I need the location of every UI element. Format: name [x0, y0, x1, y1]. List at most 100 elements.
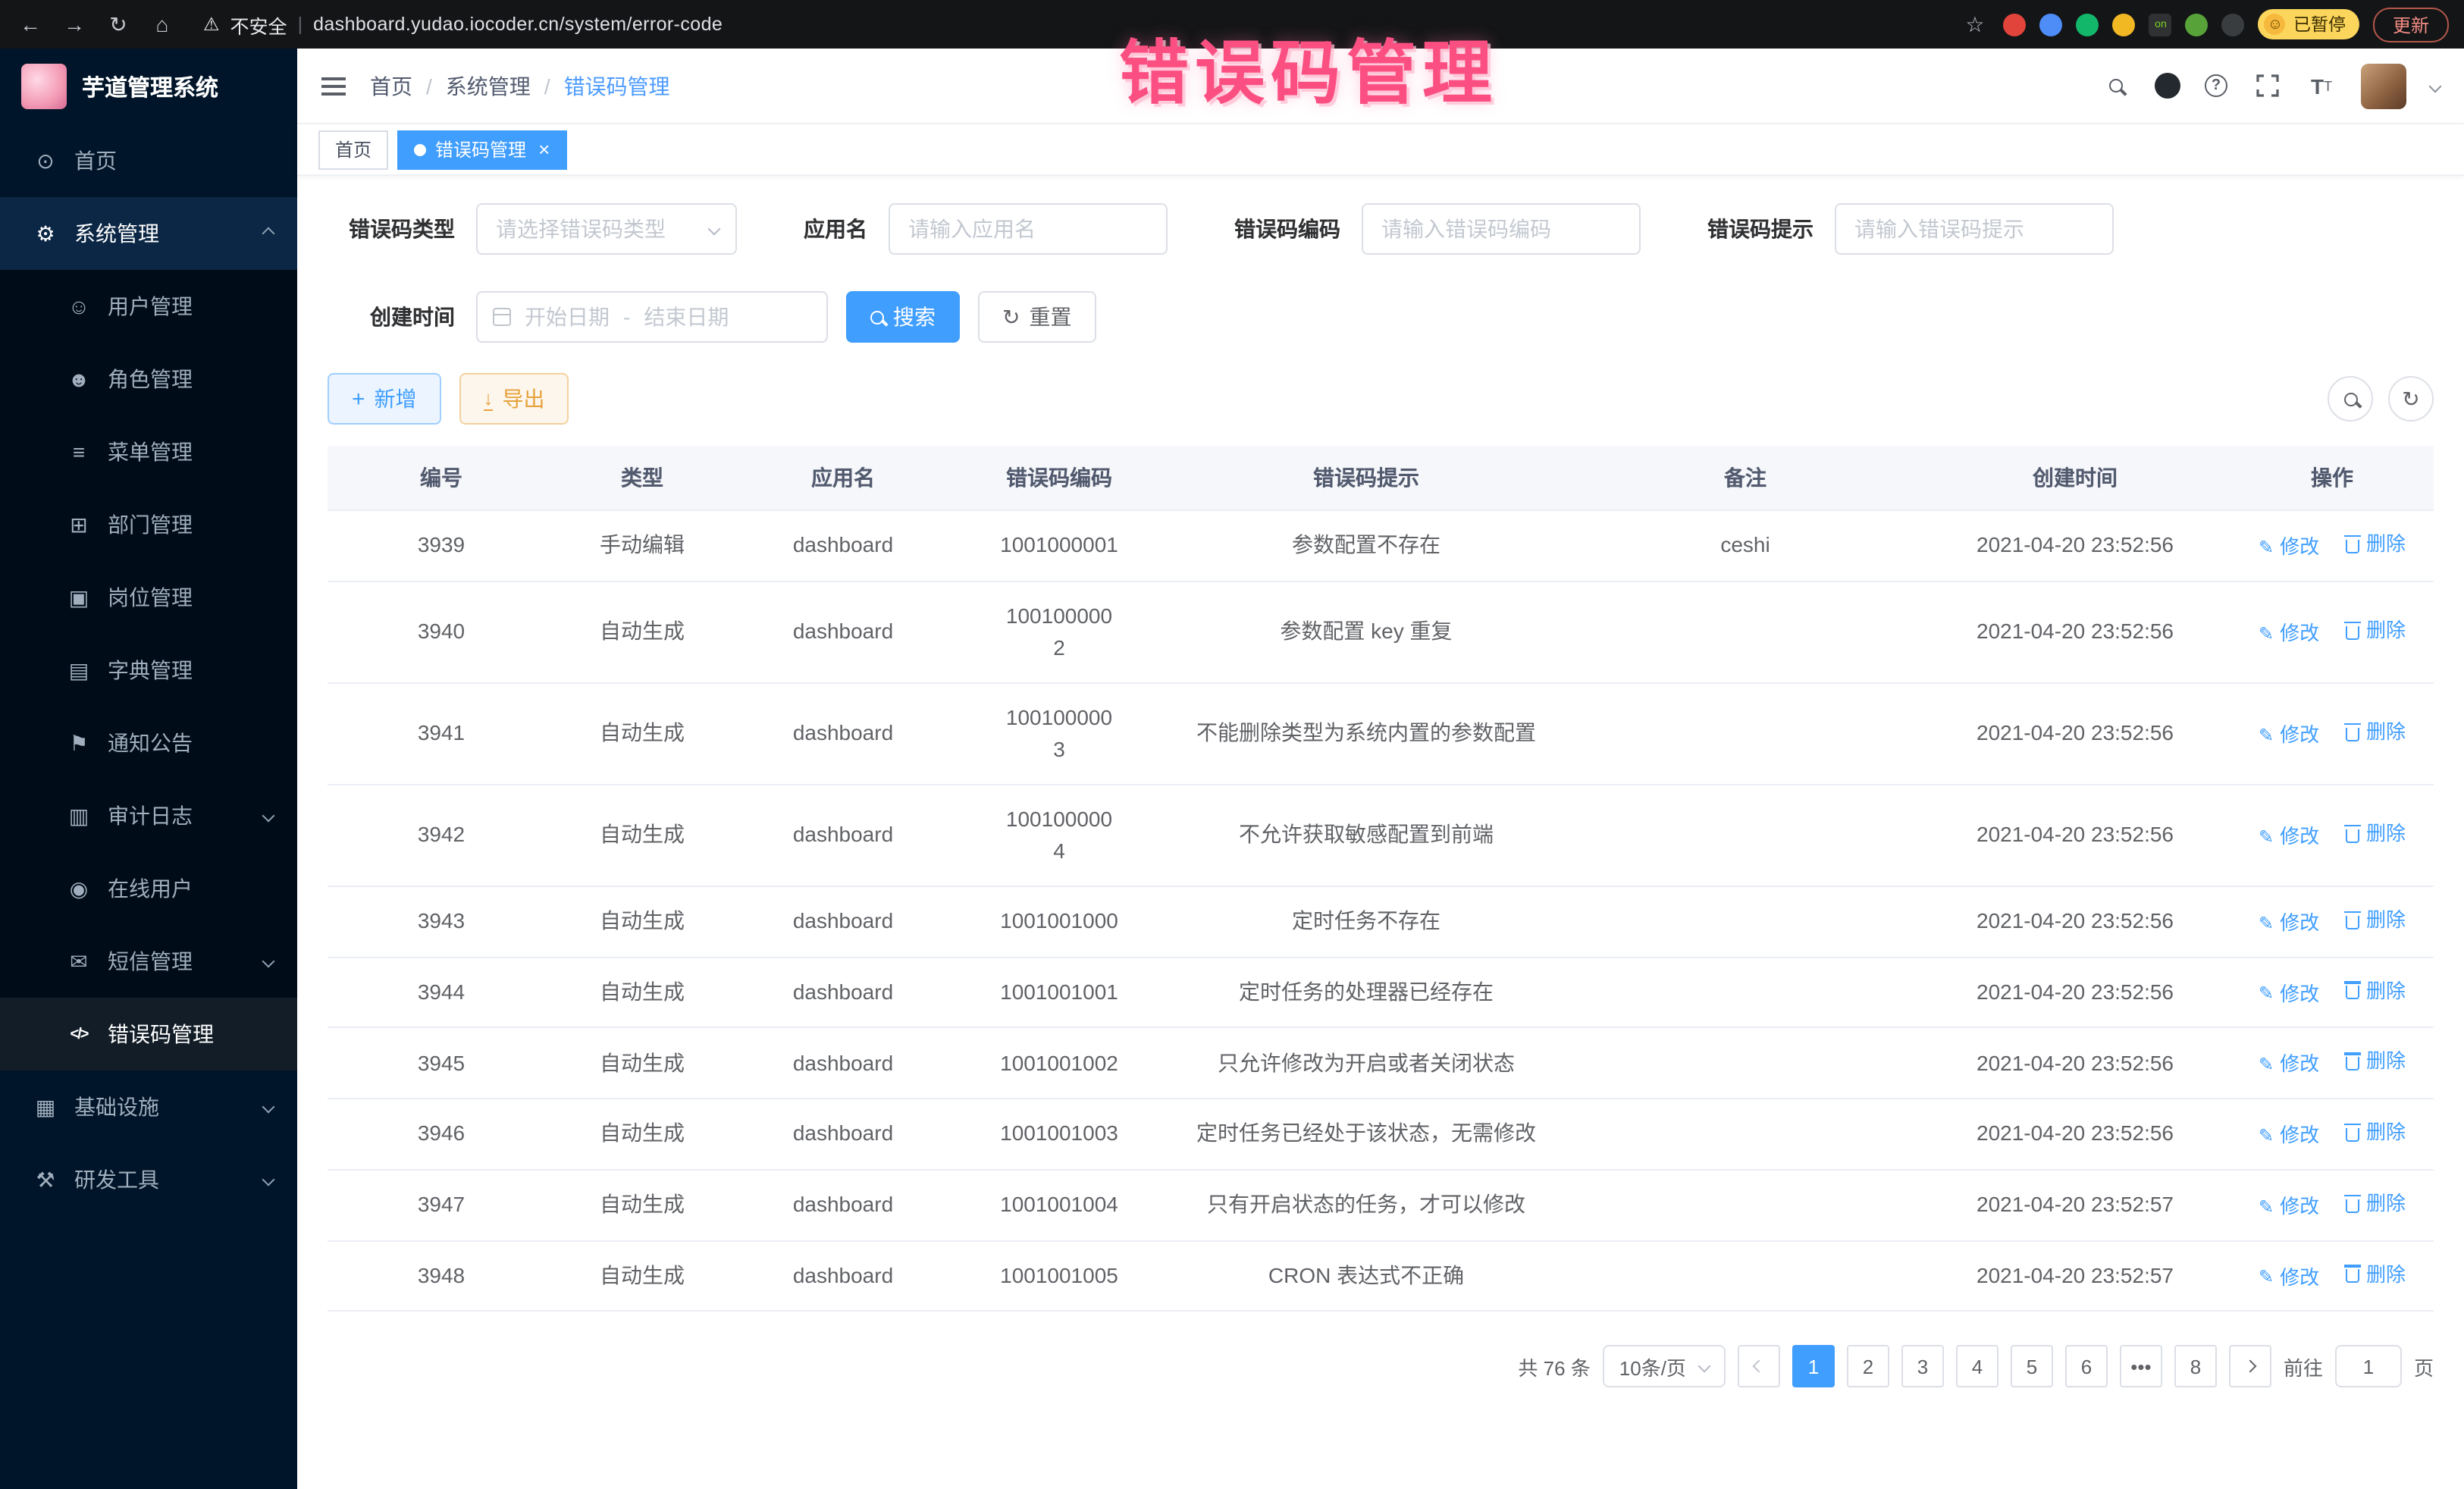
cell-actions: ✎修改 删除 [2230, 581, 2434, 683]
add-button[interactable]: + 新增 [328, 373, 441, 425]
search-icon[interactable] [2100, 71, 2130, 101]
browser-reload-button[interactable]: ↻ [103, 11, 133, 37]
sidebar-item-role-mgmt[interactable]: ☻ 角色管理 [0, 343, 297, 415]
edit-link[interactable]: ✎修改 [2259, 1192, 2319, 1221]
extension-icon-4[interactable] [2113, 13, 2136, 36]
search-button[interactable]: 搜索 [846, 291, 960, 343]
app-name-input[interactable] [889, 203, 1168, 255]
extension-icon-1[interactable] [2004, 13, 2027, 36]
browser-update-button[interactable]: 更新 [2373, 7, 2449, 42]
app-logo[interactable]: 芋道管理系统 [0, 49, 297, 124]
page-button-6[interactable]: 6 [2065, 1346, 2108, 1388]
delete-link[interactable]: 删除 [2346, 529, 2406, 559]
font-size-icon[interactable]: TT [2306, 71, 2337, 101]
sidebar-collapse-button[interactable] [321, 72, 346, 99]
delete-link[interactable]: 删除 [2346, 1259, 2406, 1289]
fullscreen-icon[interactable] [2252, 71, 2282, 101]
page-button-8[interactable]: 8 [2174, 1346, 2217, 1388]
sidebar-item-post-mgmt[interactable]: ▣ 岗位管理 [0, 561, 297, 634]
delete-link[interactable]: 删除 [2346, 616, 2406, 645]
edit-link[interactable]: ✎修改 [2259, 1050, 2319, 1080]
github-icon[interactable] [2155, 73, 2180, 99]
delete-link[interactable]: 删除 [2346, 717, 2406, 747]
cell-time: 2021-04-20 23:52:56 [1920, 957, 2230, 1028]
extension-icon-6[interactable] [2186, 13, 2209, 36]
sidebar-item-dept-mgmt[interactable]: ⊞ 部门管理 [0, 488, 297, 561]
extension-icon-2[interactable] [2040, 13, 2063, 36]
cell-type: 自动生成 [555, 785, 729, 886]
export-button[interactable]: ↓ 导出 [459, 373, 569, 425]
sidebar-item-sms-mgmt[interactable]: ✉ 短信管理 [0, 925, 297, 998]
error-code-input[interactable] [1362, 203, 1641, 255]
table-row: 3947 自动生成 dashboard 1001001004 只有开启状态的任务… [328, 1170, 2434, 1241]
breadcrumb-system[interactable]: 系统管理 [446, 71, 531, 101]
breadcrumb-home[interactable]: 首页 [370, 71, 412, 101]
sidebar-item-label: 用户管理 [108, 291, 193, 321]
sidebar-item-dict-mgmt[interactable]: ▤ 字典管理 [0, 634, 297, 707]
edit-link[interactable]: ✎修改 [2259, 979, 2319, 1008]
tab-home[interactable]: 首页 [318, 130, 388, 169]
edit-link[interactable]: ✎修改 [2259, 619, 2319, 648]
bookmark-star-icon[interactable]: ☆ [1960, 11, 1990, 37]
delete-link[interactable]: 删除 [2346, 819, 2406, 848]
cell-time: 2021-04-20 23:52:56 [1920, 510, 2230, 581]
user-avatar[interactable] [2361, 63, 2406, 108]
delete-link[interactable]: 删除 [2346, 1047, 2406, 1077]
delete-link[interactable]: 删除 [2346, 1118, 2406, 1147]
cell-id: 3941 [328, 683, 555, 785]
search-toggle-button[interactable] [2328, 376, 2373, 422]
error-type-select[interactable] [476, 203, 737, 255]
col-actions: 操作 [2230, 446, 2434, 510]
prev-page-button[interactable] [1738, 1346, 1780, 1388]
chevron-right-icon [2243, 1360, 2256, 1373]
date-range-picker[interactable]: 开始日期 - 结束日期 [476, 291, 828, 343]
sidebar-item-system[interactable]: ⚙ 系统管理 [0, 197, 297, 270]
browser-forward-button[interactable]: → [59, 12, 89, 36]
sidebar-item-audit-log[interactable]: ▥ 审计日志 [0, 779, 297, 852]
reset-button[interactable]: ↻ 重置 [978, 291, 1096, 343]
extension-icon-3[interactable] [2077, 13, 2099, 36]
next-page-button[interactable] [2229, 1346, 2271, 1388]
sidebar-item-dev-tools[interactable]: ⚒ 研发工具 [0, 1143, 297, 1216]
sidebar-item-home[interactable]: ⊙ 首页 [0, 124, 297, 197]
profile-paused-badge[interactable]: ☺ 已暂停 [2259, 9, 2359, 39]
edit-link[interactable]: ✎修改 [2259, 532, 2319, 562]
browser-home-button[interactable]: ⌂ [147, 12, 177, 36]
delete-link[interactable]: 删除 [2346, 905, 2406, 935]
error-type-select-input[interactable] [476, 203, 737, 255]
sidebar-item-infra[interactable]: ▦ 基础设施 [0, 1071, 297, 1143]
refresh-table-button[interactable]: ↻ [2388, 376, 2434, 422]
tab-error-code[interactable]: 错误码管理 × [397, 130, 566, 169]
sidebar-item-menu-mgmt[interactable]: ≡ 菜单管理 [0, 415, 297, 488]
sidebar-item-user-mgmt[interactable]: ☺ 用户管理 [0, 270, 297, 343]
extension-icon-7[interactable] [2222, 13, 2245, 36]
edit-link[interactable]: ✎修改 [2259, 1262, 2319, 1292]
page-button-4[interactable]: 4 [1956, 1346, 1998, 1388]
help-icon[interactable]: ? [2205, 74, 2227, 97]
page-button-1[interactable]: 1 [1792, 1346, 1835, 1388]
page-ellipsis[interactable]: ••• [2120, 1346, 2162, 1388]
address-bar[interactable]: ⚠ 不安全 | dashboard.yudao.iocoder.cn/syste… [203, 10, 723, 39]
cell-app: dashboard [729, 510, 957, 581]
sidebar-item-online-users[interactable]: ◉ 在线用户 [0, 852, 297, 925]
page-button-3[interactable]: 3 [1901, 1346, 1944, 1388]
page-size-select[interactable]: 10条/页 [1603, 1346, 1726, 1388]
delete-link[interactable]: 删除 [2346, 976, 2406, 1005]
chevron-down-icon[interactable] [2429, 80, 2442, 92]
delete-link[interactable]: 删除 [2346, 1189, 2406, 1218]
edit-link[interactable]: ✎修改 [2259, 908, 2319, 938]
close-icon[interactable]: × [538, 138, 550, 161]
page-button-2[interactable]: 2 [1847, 1346, 1889, 1388]
end-date-placeholder: 结束日期 [644, 302, 729, 332]
error-msg-input[interactable] [1835, 203, 2114, 255]
sidebar-item-notice[interactable]: ⚑ 通知公告 [0, 707, 297, 779]
page-button-5[interactable]: 5 [2011, 1346, 2053, 1388]
goto-page-input[interactable] [2335, 1346, 2402, 1388]
edit-link[interactable]: ✎修改 [2259, 720, 2319, 750]
edit-link[interactable]: ✎修改 [2259, 822, 2319, 851]
sidebar-item-error-code[interactable]: </> 错误码管理 [0, 998, 297, 1071]
delete-icon [2346, 625, 2360, 639]
browser-back-button[interactable]: ← [15, 12, 45, 36]
edit-link[interactable]: ✎修改 [2259, 1121, 2319, 1150]
extension-icon-5[interactable]: on [2149, 13, 2172, 36]
